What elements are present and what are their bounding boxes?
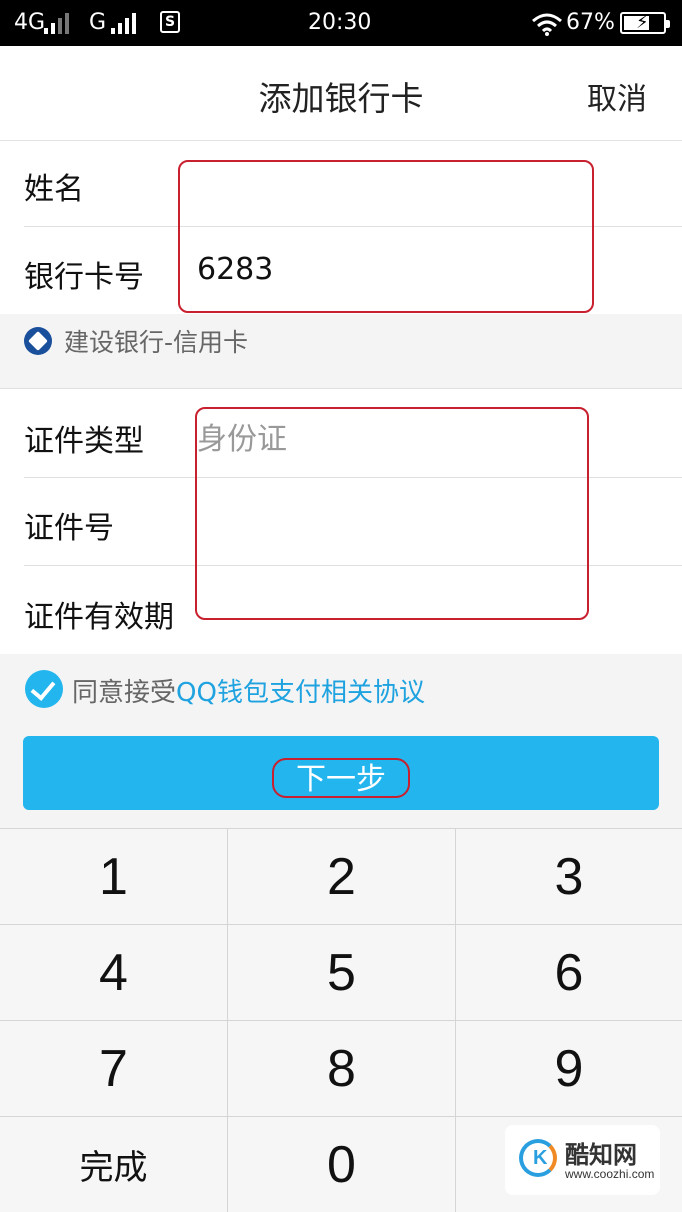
signal-icon <box>44 12 76 34</box>
id-type-label: 证件类型 <box>24 424 144 459</box>
agreement-link[interactable]: QQ钱包支付相关协议 <box>176 678 425 708</box>
keypad-key-done[interactable]: 完成 <box>0 1117 228 1212</box>
keypad-key-6[interactable]: 6 <box>456 925 682 1021</box>
keypad-key-label: 9 <box>554 1039 584 1098</box>
bank-name: 建设银行-信用卡 <box>64 328 249 357</box>
id-number-label: 证件号 <box>24 511 114 546</box>
keypad-key-0[interactable]: 0 <box>228 1117 456 1212</box>
watermark-url: www.coozhi.com <box>565 1167 655 1181</box>
charging-icon: ⚡ <box>636 12 649 33</box>
agreement-text: 同意接受QQ钱包支付相关协议 <box>72 672 425 709</box>
status-bar: 4G G S 20:30 67% ⚡ <box>0 0 682 46</box>
keypad-key-label: 7 <box>99 1039 128 1098</box>
keypad-key-label: 3 <box>554 847 584 906</box>
keypad-key-label: 2 <box>327 847 356 906</box>
battery-percent: 67% <box>566 10 615 35</box>
keypad-key-1[interactable]: 1 <box>0 829 228 925</box>
keypad-key-label: 完成 <box>79 1148 148 1188</box>
card-number-label: 银行卡号 <box>24 260 144 295</box>
wifi-icon <box>532 13 562 36</box>
keypad-key-3[interactable]: 3 <box>456 829 682 925</box>
highlight-box <box>195 407 589 620</box>
name-label: 姓名 <box>24 172 84 207</box>
keypad-key-label: 4 <box>99 943 128 1002</box>
agreement-prefix: 同意接受 <box>72 678 177 708</box>
keypad-key-label: 6 <box>554 943 584 1002</box>
network-type-label: 4G <box>14 10 46 35</box>
sim-icon: S <box>160 11 180 33</box>
ccb-bank-logo-icon <box>24 327 52 355</box>
checkbox-checked-icon[interactable] <box>25 670 63 708</box>
keypad-key-8[interactable]: 8 <box>228 1021 456 1117</box>
network-type-label-2: G <box>89 10 107 35</box>
highlight-box <box>178 160 594 313</box>
keypad-key-7[interactable]: 7 <box>0 1021 228 1117</box>
keypad-key-label: 8 <box>327 1039 356 1098</box>
clock: 20:30 <box>308 10 372 35</box>
battery-icon: ⚡ <box>620 12 670 34</box>
page-title: 添加银行卡 <box>258 79 424 118</box>
id-expiry-label: 证件有效期 <box>24 600 174 635</box>
coozhi-logo-icon: K <box>519 1139 557 1177</box>
keypad-key-9[interactable]: 9 <box>456 1021 682 1117</box>
keypad-key-label: 5 <box>327 943 356 1002</box>
keypad-key-5[interactable]: 5 <box>228 925 456 1021</box>
nav-bar: 添加银行卡 取消 <box>0 46 682 141</box>
keypad-key-label: 1 <box>99 847 128 906</box>
signal-icon-2 <box>111 12 143 34</box>
watermark-brand: 酷知网 <box>565 1141 637 1169</box>
highlight-box <box>272 758 410 798</box>
keypad-key-4[interactable]: 4 <box>0 925 228 1021</box>
keypad-key-label: 0 <box>327 1135 356 1194</box>
cancel-button[interactable]: 取消 <box>587 74 647 118</box>
watermark: K 酷知网 www.coozhi.com <box>505 1125 660 1195</box>
keypad-key-2[interactable]: 2 <box>228 829 456 925</box>
